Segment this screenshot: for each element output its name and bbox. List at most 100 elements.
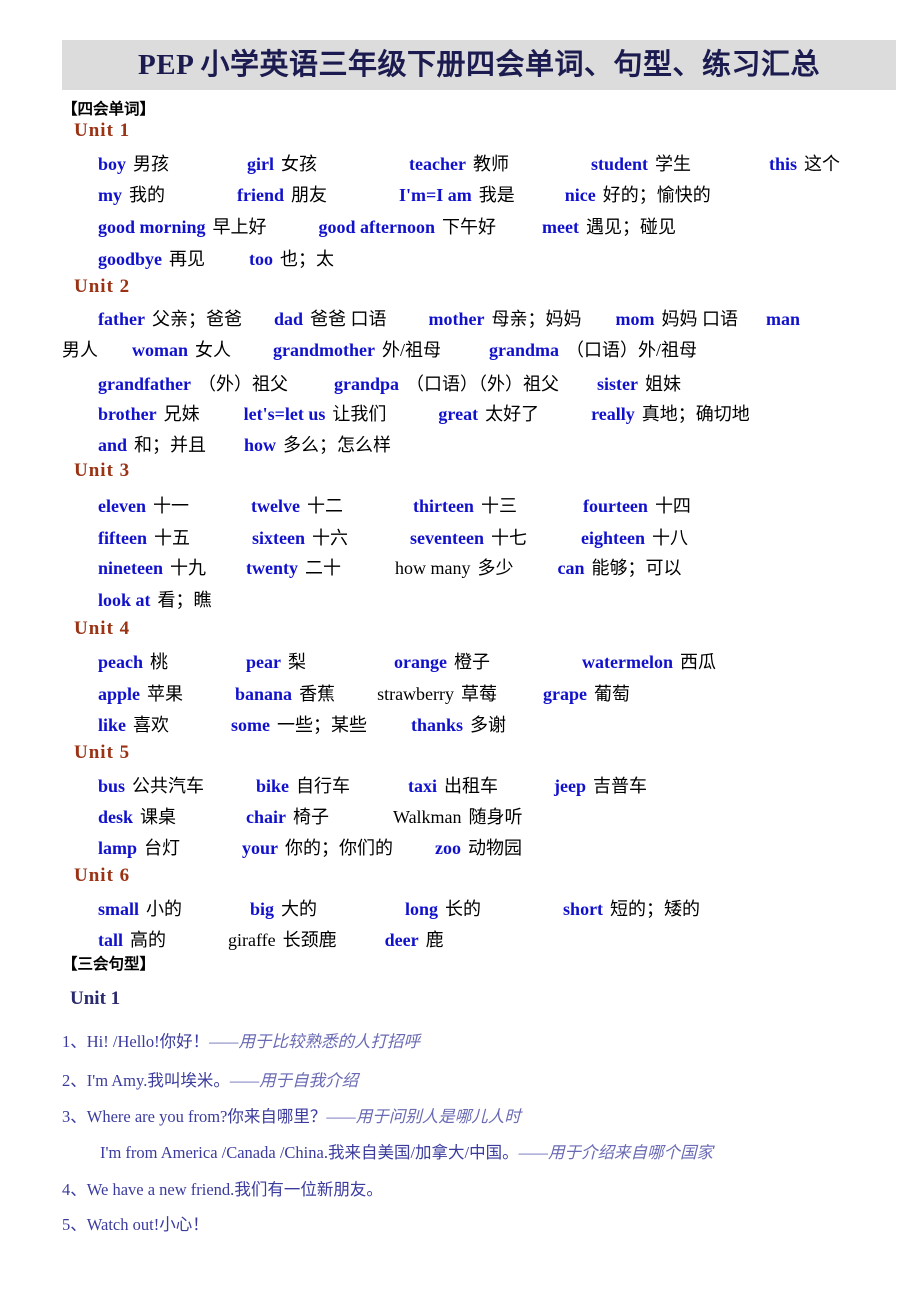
- vocab-word-english: really: [591, 404, 635, 424]
- vocab-word-chinese: 橙子: [454, 652, 490, 672]
- vocab-word-english: boy: [98, 154, 127, 174]
- vocab-word-chinese: 多谢: [470, 715, 507, 735]
- vocab-word-english: mom: [615, 309, 655, 329]
- vocab-word-chinese: 台灯: [144, 838, 181, 858]
- vocab-word-english: jeep: [554, 776, 587, 796]
- section-label-sentence-patterns: 【三会句型】: [62, 956, 156, 973]
- vocab-word-english: fourteen: [582, 496, 648, 516]
- vocab-row: my 我的 friend 朋友 I'm=I am 我是 nice 好的；愉快的: [62, 181, 920, 208]
- sentence-number: 2、: [62, 1071, 87, 1090]
- vocab-word-english: goodbye: [98, 249, 163, 269]
- sentence-english: Watch out!: [86, 1215, 160, 1234]
- vocab-word-chinese: 十二: [306, 496, 343, 516]
- vocab-word-chinese: 十七: [490, 528, 527, 548]
- vocab-word-english: friend: [237, 185, 284, 205]
- vocab-word-english: zoo: [435, 838, 462, 858]
- sentence-pattern-line: 3、Where are you from?你来自哪里？——用于问别人是哪儿人时: [62, 1103, 920, 1127]
- vocab-row: and 和；并且 how 多么；怎么样: [62, 431, 920, 458]
- vocab-word-chinese: 看；瞧: [157, 590, 212, 610]
- vocab-word-english: grandmother: [273, 340, 376, 360]
- vocab-word-english: can: [557, 558, 585, 578]
- sentence-english: I'm from America /Canada /China.: [100, 1143, 328, 1162]
- vocab-word-english: fifteen: [98, 528, 147, 548]
- vocab-word-chinese: 教师: [472, 154, 509, 174]
- vocab-row: good morning 早上好 good afternoon 下午好 meet 遇见；碰…: [62, 213, 920, 240]
- vocab-word-chinese: 姐妹: [645, 374, 682, 394]
- vocab-word-english: like: [98, 715, 127, 735]
- vocab-row: like 喜欢 some 一些；某些 thanks 多谢: [62, 711, 920, 738]
- vocab-word-chinese: 喜欢: [133, 715, 170, 735]
- vocab-word-chinese: 女人: [195, 340, 232, 360]
- sentence-number: 3、: [62, 1107, 87, 1126]
- sentence-number: 4、: [62, 1180, 87, 1199]
- vocab-word-chinese: 下午好: [442, 217, 497, 237]
- vocab-row: apple 苹果 banana 香蕉 strawberry 草莓 grape 葡萄: [62, 680, 920, 707]
- vocab-word-chinese: 西瓜: [679, 652, 716, 672]
- vocab-word-chinese: 让我们: [332, 404, 387, 424]
- sentence-chinese: 我叫埃米。: [147, 1071, 230, 1090]
- vocab-word-chinese: 吉普车: [593, 776, 648, 796]
- vocab-row: look at 看；瞧: [62, 586, 920, 613]
- vocab-word-english: good morning: [98, 217, 206, 237]
- vocab-word-english: strawberry: [377, 684, 455, 704]
- sentence-pattern-line: 1、Hi! /Hello!你好！——用于比较熟悉的人打招呼: [62, 1028, 920, 1052]
- vocab-row: lamp 台灯 your 你的；你们的 zoo 动物园: [62, 834, 920, 861]
- sentence-english: We have a new friend.: [86, 1180, 235, 1199]
- document-page: PEP 小学英语三年级下册四会单词、句型、练习汇总 【四会单词】 Unit 1 b…: [0, 0, 920, 1302]
- sentence-chinese: 小心！: [159, 1215, 209, 1234]
- vocab-word-chinese: 多么；怎么样: [283, 435, 392, 455]
- vocab-word-chinese: 短的；矮的: [610, 899, 701, 919]
- vocab-word-chinese: 我的: [129, 185, 165, 205]
- vocab-word-chinese: 遇见；碰见: [586, 217, 676, 237]
- vocab-word-chinese: 椅子: [293, 807, 330, 827]
- vocab-unit-heading: Unit 5: [74, 742, 131, 763]
- sentence-english: Where are you from?: [86, 1107, 228, 1126]
- vocab-word-chinese: 爸爸 口语: [310, 309, 387, 329]
- vocab-row: boy 男孩 girl 女孩 teacher 教师 student 学生 this 这个: [62, 150, 920, 177]
- vocab-word-chinese: 妈妈 口语: [661, 309, 739, 329]
- vocab-row: brother 兄妹 let's=let us 让我们 great 太好了 really 真地…: [62, 400, 920, 427]
- vocab-word-english: father: [98, 309, 145, 329]
- vocab-word-chinese: 你的；你们的: [285, 838, 394, 858]
- vocab-word-chinese: 再见: [169, 249, 206, 269]
- vocab-word-english: how many: [395, 558, 471, 578]
- vocab-word-english: thirteen: [412, 496, 474, 516]
- vocab-word-chinese: 十一: [152, 496, 189, 516]
- sentence-pattern-line: 2、I'm Amy.我叫埃米。——用于自我介绍: [62, 1067, 920, 1091]
- vocab-word-english: dad: [273, 309, 304, 329]
- vocab-word-chinese: 十六: [311, 528, 348, 548]
- section-label-vocabulary: 【四会单词】: [62, 101, 156, 118]
- vocab-word-english: chair: [246, 807, 287, 827]
- vocab-unit-heading: Unit 4: [74, 618, 131, 639]
- vocab-word-chinese: 出租车: [444, 776, 499, 796]
- vocab-row: 男人 woman 女人 grandmother 外/祖母 grandma （口语）外/祖母: [62, 336, 920, 363]
- vocab-unit-heading: Unit 6: [74, 865, 131, 886]
- vocab-word-chinese: 二十: [305, 558, 341, 578]
- vocab-word-chinese: 梨: [288, 652, 306, 672]
- vocab-word-chinese: 长的: [445, 899, 482, 919]
- sentence-chinese: 我来自美国/加拿大/中国。: [327, 1143, 519, 1162]
- vocab-word-english: bus: [98, 776, 126, 796]
- vocab-word-chinese: 动物园: [468, 838, 523, 858]
- vocab-word-chinese: 香蕉: [299, 684, 336, 704]
- vocab-word-chinese: 自行车: [296, 776, 351, 796]
- vocab-word-english: and: [98, 435, 128, 455]
- vocab-word-english: mother: [428, 309, 485, 329]
- vocab-word-chinese: 草莓: [461, 684, 498, 704]
- vocab-word-chinese: 女孩: [281, 154, 318, 174]
- vocab-word-chinese: 能够；可以: [591, 558, 682, 578]
- vocab-unit-heading: Unit 3: [74, 460, 131, 481]
- vocab-word-english: seventeen: [409, 528, 484, 548]
- vocab-word-english: nineteen: [98, 558, 163, 578]
- vocab-word-chinese: 大的: [281, 899, 318, 919]
- vocab-word-chinese: 公共汽车: [132, 776, 205, 796]
- vocab-row: tall 高的 giraffe 长颈鹿 deer 鹿: [62, 926, 920, 953]
- vocab-word-english: grandfather: [98, 374, 191, 394]
- vocab-word-chinese: 十四: [654, 496, 691, 516]
- sentence-number: 1、: [62, 1032, 87, 1051]
- vocab-word-english: look at: [98, 590, 151, 610]
- vocab-word-english: deer: [384, 930, 419, 950]
- vocab-word-english: watermelon: [582, 652, 673, 672]
- vocab-word-english: too: [249, 249, 274, 269]
- vocab-word-english: this: [769, 154, 798, 174]
